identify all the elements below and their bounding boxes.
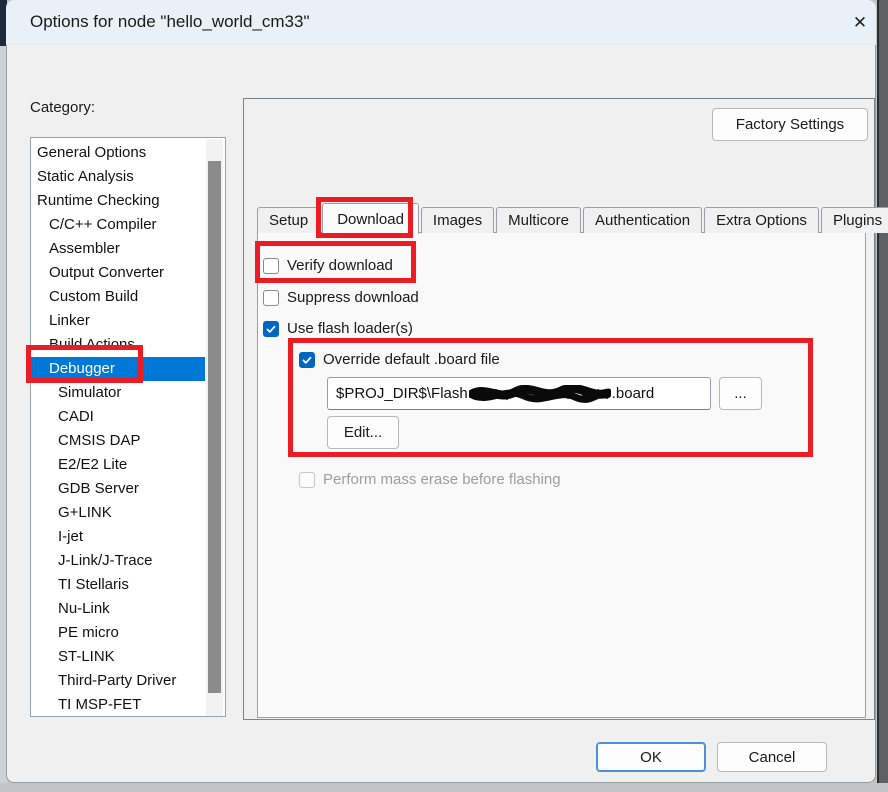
use-flash-loaders-checkbox[interactable]: Use flash loader(s) [263,320,413,337]
background-window-bottom-edge [0,783,888,792]
category-item-general-options[interactable]: General Options [31,141,205,165]
category-item-linker[interactable]: Linker [31,309,205,333]
tab-setup[interactable]: Setup [257,207,320,233]
category-item-c-c-compiler[interactable]: C/C++ Compiler [31,213,205,237]
category-item-build-actions[interactable]: Build Actions [31,333,205,357]
category-item-custom-build[interactable]: Custom Build [31,285,205,309]
tab-authentication[interactable]: Authentication [583,207,702,233]
category-item-gdb-server[interactable]: GDB Server [31,477,205,501]
use-flash-loaders-label: Use flash loader(s) [287,320,413,337]
check-icon [301,354,313,366]
category-item-simulator[interactable]: Simulator [31,381,205,405]
tab-extra-options[interactable]: Extra Options [704,207,819,233]
browse-button[interactable]: ... [719,377,762,410]
factory-settings-button[interactable]: Factory Settings [712,108,868,141]
cancel-button[interactable]: Cancel [717,742,827,772]
category-item-i-jet[interactable]: I-jet [31,525,205,549]
category-item-g-link[interactable]: G+LINK [31,501,205,525]
board-path-suffix: .board [612,385,655,402]
category-item-runtime-checking[interactable]: Runtime Checking [31,189,205,213]
ok-button[interactable]: OK [596,742,706,772]
category-item-third-party-driver[interactable]: Third-Party Driver [31,669,205,693]
tab-multicore[interactable]: Multicore [496,207,581,233]
checkbox-box[interactable] [263,321,279,337]
category-item-cadi[interactable]: CADI [31,405,205,429]
category-item-st-link[interactable]: ST-LINK [31,645,205,669]
verify-download-label: Verify download [287,257,393,274]
override-board-file-checkbox[interactable]: Override default .board file [299,351,500,368]
mass-erase-checkbox: Perform mass erase before flashing [299,471,561,488]
check-icon [265,323,277,335]
category-item-ti-msp-fet[interactable]: TI MSP-FET [31,693,205,717]
board-file-input[interactable]: $PROJ_DIR$\Flash .board [327,377,711,410]
checkbox-box[interactable] [299,352,315,368]
category-list-scrollbar[interactable] [206,139,223,716]
checkbox-box [299,472,315,488]
suppress-download-label: Suppress download [287,289,419,306]
category-item-assembler[interactable]: Assembler [31,237,205,261]
tab-plugins[interactable]: Plugins [821,207,888,233]
category-item-output-converter[interactable]: Output Converter [31,261,205,285]
category-item-debugger[interactable]: Debugger [31,357,205,381]
category-item-static-analysis[interactable]: Static Analysis [31,165,205,189]
close-icon[interactable]: ✕ [846,9,874,37]
scrollbar-thumb[interactable] [208,161,221,693]
background-window-right-edge [877,0,888,792]
dialog-title: Options for node "hello_world_cm33" [30,12,310,32]
suppress-download-checkbox[interactable]: Suppress download [263,289,419,306]
checkbox-box[interactable] [263,290,279,306]
redaction-scribble [469,385,611,403]
screen: Options for node "hello_world_cm33" ✕ Ca… [0,0,888,792]
category-item-j-link-j-trace[interactable]: J-Link/J-Trace [31,549,205,573]
tab-strip: SetupDownloadImagesMulticoreAuthenticati… [257,202,888,233]
category-item-e2-e2-lite[interactable]: E2/E2 Lite [31,453,205,477]
mass-erase-label: Perform mass erase before flashing [323,471,561,488]
category-item-pe-micro[interactable]: PE micro [31,621,205,645]
override-board-file-label: Override default .board file [323,351,500,368]
board-path-prefix: $PROJ_DIR$\Flash [336,385,468,402]
category-list[interactable]: General OptionsStatic AnalysisRuntime Ch… [30,137,226,717]
edit-button[interactable]: Edit... [327,416,399,449]
category-item-cmsis-dap[interactable]: CMSIS DAP [31,429,205,453]
tab-download[interactable]: Download [322,203,419,234]
category-item-ti-stellaris[interactable]: TI Stellaris [31,573,205,597]
category-label: Category: [30,99,95,116]
tab-images[interactable]: Images [421,207,494,233]
verify-download-checkbox[interactable]: Verify download [263,257,393,274]
checkbox-box[interactable] [263,258,279,274]
category-item-nu-link[interactable]: Nu-Link [31,597,205,621]
